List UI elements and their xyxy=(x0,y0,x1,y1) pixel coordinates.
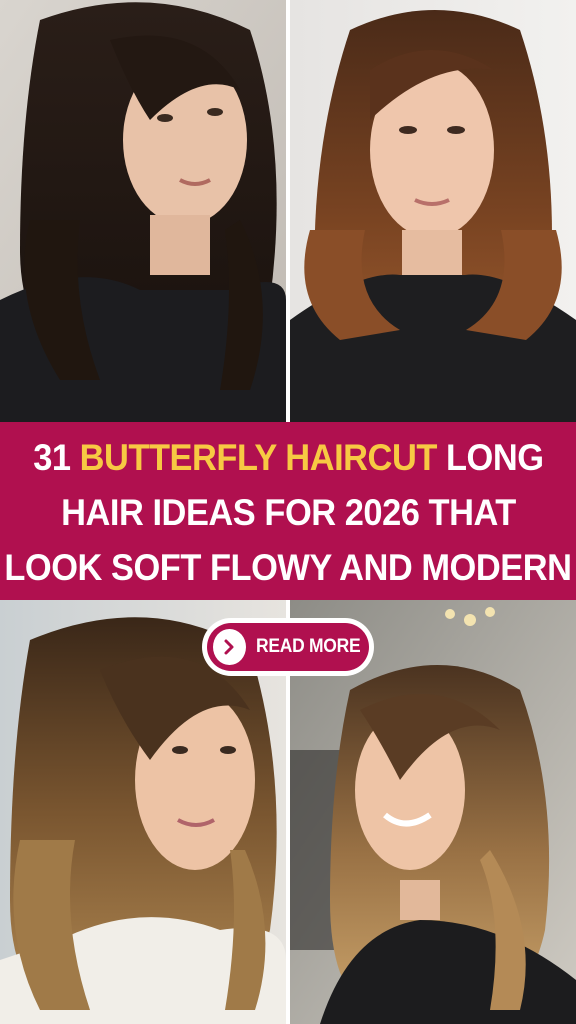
headline-highlight: BUTTERFLY HAIRCUT xyxy=(79,436,437,478)
headline-line-1: 31 BUTTERFLY HAIRCUT LONG xyxy=(32,430,544,485)
headline-count: 31 xyxy=(32,436,80,478)
read-more-button-body[interactable]: READ MORE xyxy=(207,623,369,671)
headline-line-2: HAIR IDEAS FOR 2026 THAT xyxy=(60,491,516,533)
headline-line-1-end: LONG xyxy=(436,436,544,478)
chevron-right-icon xyxy=(213,629,246,665)
read-more-button[interactable]: READ MORE xyxy=(202,618,374,676)
read-more-label: READ MORE xyxy=(255,636,361,657)
hairstyle-photo-dark-brunette xyxy=(0,0,286,422)
hairstyle-photo-chestnut xyxy=(290,0,576,422)
headline-banner: 31 BUTTERFLY HAIRCUT LONG HAIR IDEAS FOR… xyxy=(0,422,576,600)
headline-line-3: LOOK SOFT FLOWY AND MODERN xyxy=(4,546,572,588)
